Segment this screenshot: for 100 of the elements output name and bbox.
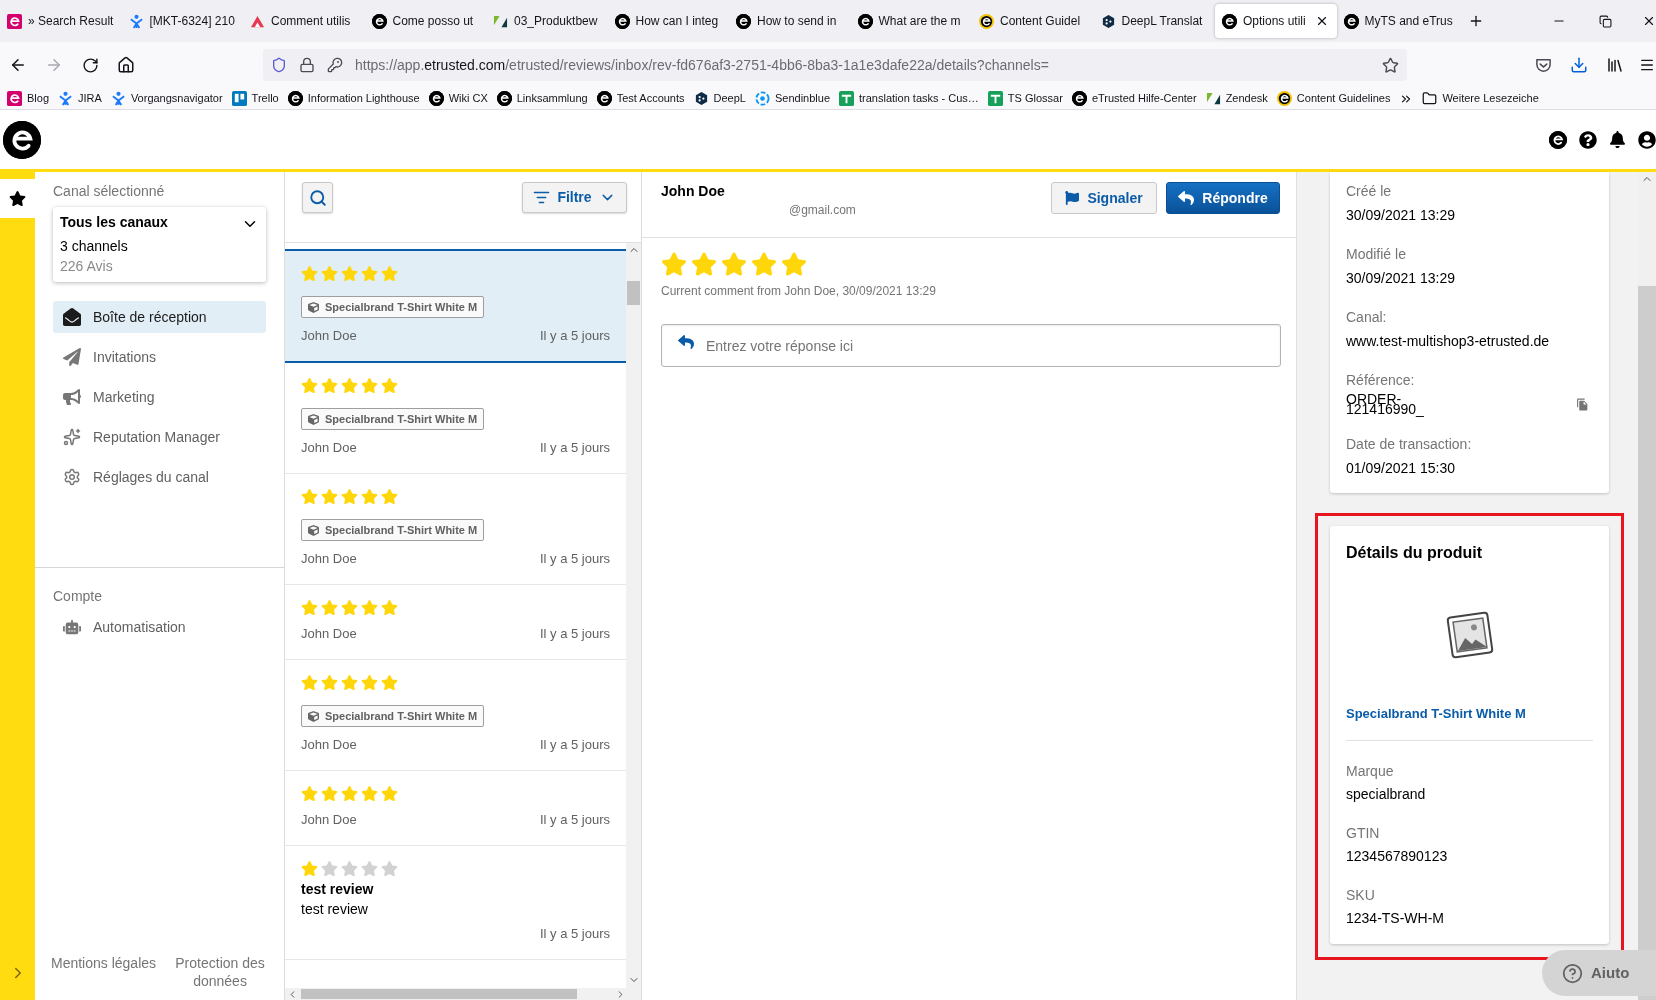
bookmark-link[interactable]: TS Glossar	[987, 90, 1063, 107]
bookmark-link[interactable]: Test Accounts	[596, 90, 685, 107]
bookmark-link[interactable]: Sendinblue	[754, 90, 831, 107]
star-icon	[361, 785, 378, 802]
reload-icon[interactable]	[81, 56, 99, 74]
lock-icon[interactable]	[299, 57, 315, 73]
nav-item[interactable]: Invitations	[53, 341, 266, 373]
download-icon[interactable]	[1570, 56, 1588, 74]
figure-icon	[128, 13, 144, 29]
browser-tab[interactable]: What are the m	[850, 4, 972, 38]
favorites-tab[interactable]	[0, 179, 35, 218]
bookmark-link[interactable]: JIRA	[58, 90, 102, 107]
bookmark-link[interactable]: DeepL	[693, 90, 746, 107]
bookmark-folder[interactable]: Weitere Lesezeiche	[1422, 90, 1539, 107]
bookmark-link[interactable]: Blog	[7, 90, 50, 107]
search-button[interactable]	[302, 182, 333, 213]
restore-icon[interactable]	[1598, 14, 1612, 28]
field-value: specialbrand	[1346, 785, 1427, 804]
reply-field[interactable]: Entrez votre réponse ici	[661, 324, 1281, 367]
bookmark-link[interactable]: Wiki CX	[428, 90, 488, 107]
field-value: www.test-multishop3-etrusted.de	[1346, 332, 1551, 351]
field-label: Date de transaction:	[1346, 435, 1473, 454]
scrollbar-thumb[interactable]	[301, 989, 577, 999]
back-icon[interactable]	[9, 56, 27, 74]
nav-item[interactable]: Réglages du canal	[53, 461, 266, 493]
field-value: 1234567890123	[1346, 847, 1449, 866]
bell-icon[interactable]	[1609, 131, 1626, 148]
bookmark-link[interactable]: Information Lighthouse	[287, 90, 420, 107]
comment-meta: Current comment from John Doe, 30/09/2021 13:29	[661, 283, 936, 299]
nav-item[interactable]: Marketing	[53, 381, 266, 413]
star-icon	[301, 488, 318, 505]
browser-tab[interactable]: Comment utilis	[243, 4, 365, 38]
copy-icon[interactable]	[1576, 397, 1589, 411]
review-list-item[interactable]: Specialbrand T-Shirt White M John Doe Il y a 5 jours	[285, 249, 626, 363]
bookmark-link[interactable]: Trello	[231, 90, 279, 107]
library-icon[interactable]	[1606, 56, 1624, 74]
nav-item[interactable]: Reputation Manager	[53, 421, 266, 453]
star-icon	[381, 860, 398, 877]
browser-tab[interactable]: How can I integ	[607, 4, 729, 38]
help-button[interactable]: Aiuto	[1542, 950, 1656, 996]
bookmark-link[interactable]: Content Guidelines	[1276, 90, 1391, 107]
menu-icon[interactable]	[1639, 57, 1655, 73]
star-icon	[721, 251, 747, 277]
triangle-icon	[250, 13, 265, 29]
section-label: Canal sélectionné	[53, 182, 166, 201]
star-icon	[661, 251, 687, 277]
nav-item[interactable]: Automatisation	[53, 611, 266, 643]
footer-link[interactable]: Protection des données	[172, 954, 269, 990]
close-icon[interactable]	[1642, 14, 1656, 28]
footer-link[interactable]: Mentions légales	[50, 954, 157, 972]
browser-tab[interactable]: MyTS and eTrus	[1336, 4, 1458, 38]
review-time: Il y a 5 jours	[539, 439, 610, 457]
browser-tab[interactable]: How to send in	[729, 4, 851, 38]
browser-tab[interactable]: Content Guidel	[972, 4, 1094, 38]
bookmark-link[interactable]: eTrusted Hilfe-Center	[1071, 90, 1197, 107]
review-time: Il y a 5 jours	[539, 327, 610, 345]
star-icon	[381, 785, 398, 802]
browser-tab[interactable]: » Search Result	[0, 4, 122, 38]
shield-chevron-icon[interactable]	[1534, 56, 1552, 74]
logo-icon[interactable]	[3, 120, 41, 159]
star-icon	[361, 377, 378, 394]
product-name: Specialbrand T-Shirt White M	[325, 299, 478, 315]
bookmark-link[interactable]: Linksammlung	[496, 90, 588, 107]
browser-tab[interactable]: [MKT-6324] 210	[121, 4, 243, 38]
logo-icon[interactable]	[1549, 130, 1567, 149]
logo-icon	[736, 13, 751, 29]
user-icon[interactable]	[1638, 130, 1656, 149]
reply-icon	[1178, 190, 1195, 206]
product-name: Specialbrand T-Shirt White M	[325, 411, 478, 427]
bookmark-star-icon[interactable]	[1382, 56, 1399, 74]
filter-button[interactable]: Filtre	[522, 182, 627, 213]
report-button[interactable]: Signaler	[1051, 182, 1157, 214]
channel-dropdown[interactable]: Tous les canaux 3 channels 226 Avis	[53, 207, 266, 282]
browser-tab[interactable]: Come posso ut	[364, 4, 486, 38]
home-icon[interactable]	[117, 56, 135, 74]
address-field[interactable]: https://app.etrusted.com/etrusted/reviews/inbox/rev-fd676af3-2751-4bb6-8ba3-1a1e3dafe22a/details?channels=	[263, 49, 1407, 81]
browser-tab[interactable]: 03_Produktbew	[486, 4, 608, 38]
scrollbar-thumb[interactable]	[627, 281, 640, 305]
bookmark-link[interactable]: translation tasks - Cus…	[839, 90, 979, 107]
star-icon	[361, 674, 378, 691]
logo-icon	[979, 13, 994, 29]
bookmark-link[interactable]: Zendesk	[1205, 90, 1268, 107]
field-value: 01/09/2021 15:30	[1346, 459, 1456, 478]
browser-tab[interactable]: Options utili	[1215, 4, 1337, 38]
logo-icon	[1343, 13, 1359, 29]
field-value: 30/09/2021 13:29	[1346, 269, 1456, 288]
field-value: 1234-TS-WH-M	[1346, 909, 1445, 928]
logo-icon	[7, 91, 22, 106]
reply-button[interactable]: Répondre	[1166, 182, 1280, 214]
star-icon	[321, 674, 338, 691]
key-icon[interactable]	[327, 57, 343, 73]
product-link[interactable]: Specialbrand T-Shirt White M	[1346, 705, 1526, 723]
help-icon[interactable]	[1579, 130, 1597, 149]
bookmark-link[interactable]: Vorgangsnavigator	[110, 90, 223, 107]
browser-tab[interactable]: DeepL Translat	[1093, 4, 1215, 38]
shield-icon[interactable]	[271, 57, 287, 73]
new-tab-icon[interactable]	[1468, 13, 1484, 29]
figure-icon	[110, 91, 126, 106]
nav-item[interactable]: Boîte de réception	[53, 301, 266, 333]
star-icon	[381, 377, 398, 394]
